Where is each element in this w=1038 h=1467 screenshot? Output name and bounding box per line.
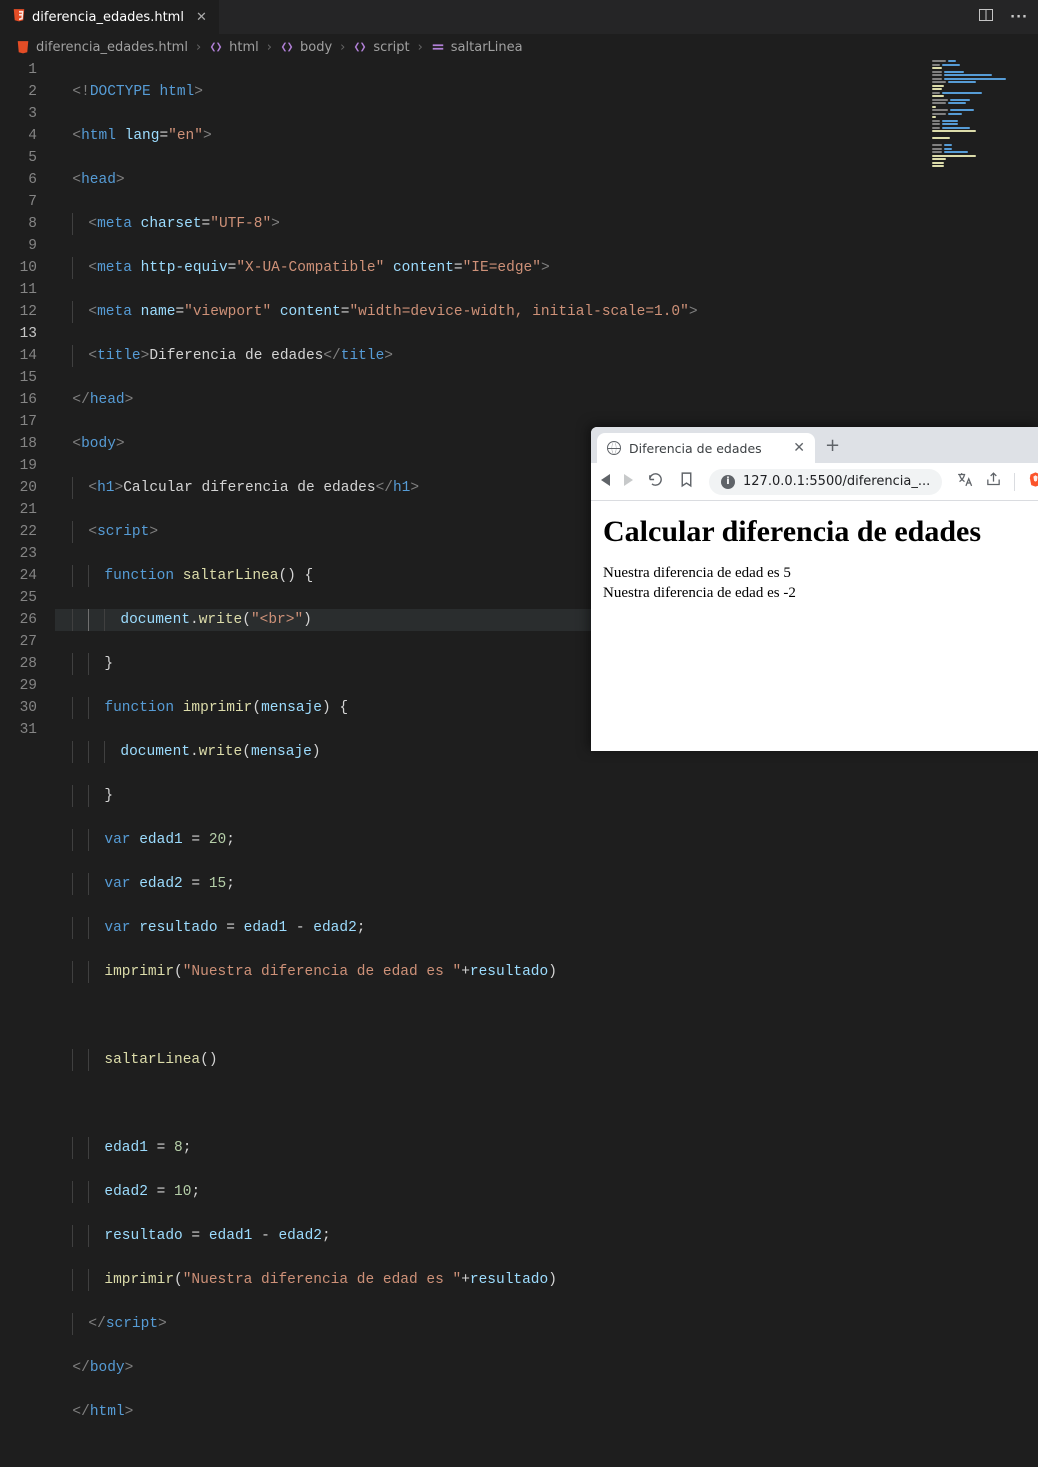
forward-button[interactable] (624, 474, 633, 490)
browser-tab-title: Diferencia de edades (629, 441, 762, 456)
tab-filename: diferencia_edades.html (32, 10, 184, 25)
html-file-icon (12, 8, 26, 26)
share-icon[interactable] (985, 471, 1002, 492)
breadcrumb-item[interactable]: saltarLinea (451, 40, 523, 55)
editor-tab-active[interactable]: diferencia_edades.html ✕ (0, 0, 220, 34)
close-tab-icon[interactable]: ✕ (196, 10, 207, 25)
html-file-icon (16, 40, 30, 54)
breadcrumb: diferencia_edades.html › html › body › s… (0, 35, 1038, 59)
close-tab-icon[interactable]: ✕ (793, 440, 805, 456)
breadcrumb-item[interactable]: html (229, 40, 259, 55)
symbol-icon (431, 40, 445, 54)
url-text: 127.0.0.1:5500/diferencia_... (743, 474, 930, 489)
browser-window: Diferencia de edades ✕ + i 127.0.0.1:550… (591, 427, 1038, 751)
brave-shield-icon[interactable] (1027, 471, 1038, 492)
breadcrumb-item[interactable]: body (300, 40, 332, 55)
chevron-right-icon: › (340, 40, 345, 55)
site-info-icon[interactable]: i (721, 475, 735, 489)
symbol-icon (353, 40, 367, 54)
browser-viewport: Calcular diferencia de edades Nuestra di… (591, 501, 1038, 751)
symbol-icon (280, 40, 294, 54)
browser-toolbar: i 127.0.0.1:5500/diferencia_... (591, 463, 1038, 501)
output-line-2: Nuestra diferencia de edad es -2 (603, 583, 1026, 603)
breadcrumb-item[interactable]: script (373, 40, 409, 55)
back-button[interactable] (601, 474, 610, 490)
editor-tab-bar: diferencia_edades.html ✕ ··· (0, 0, 1038, 35)
new-tab-button[interactable]: + (825, 435, 840, 460)
globe-icon (607, 441, 621, 455)
line-number-gutter: 1234567891011121314151617181920212223242… (0, 59, 55, 751)
chevron-right-icon: › (418, 40, 423, 55)
chevron-right-icon: › (267, 40, 272, 55)
breadcrumb-item[interactable]: diferencia_edades.html (36, 40, 188, 55)
output-line-1: Nuestra diferencia de edad es 5 (603, 563, 1026, 583)
browser-tab-strip: Diferencia de edades ✕ + (591, 427, 1038, 463)
chevron-right-icon: › (196, 40, 201, 55)
address-bar[interactable]: i 127.0.0.1:5500/diferencia_... (709, 469, 942, 495)
split-editor-icon[interactable] (978, 7, 994, 27)
bookmark-icon[interactable] (678, 471, 695, 492)
symbol-icon (209, 40, 223, 54)
more-actions-icon[interactable]: ··· (1010, 10, 1028, 25)
page-heading: Calcular diferencia de edades (603, 515, 1026, 549)
toolbar-separator (1014, 473, 1015, 491)
browser-tab[interactable]: Diferencia de edades ✕ (597, 433, 815, 463)
reload-button[interactable] (647, 471, 664, 492)
translate-icon[interactable] (956, 471, 973, 492)
